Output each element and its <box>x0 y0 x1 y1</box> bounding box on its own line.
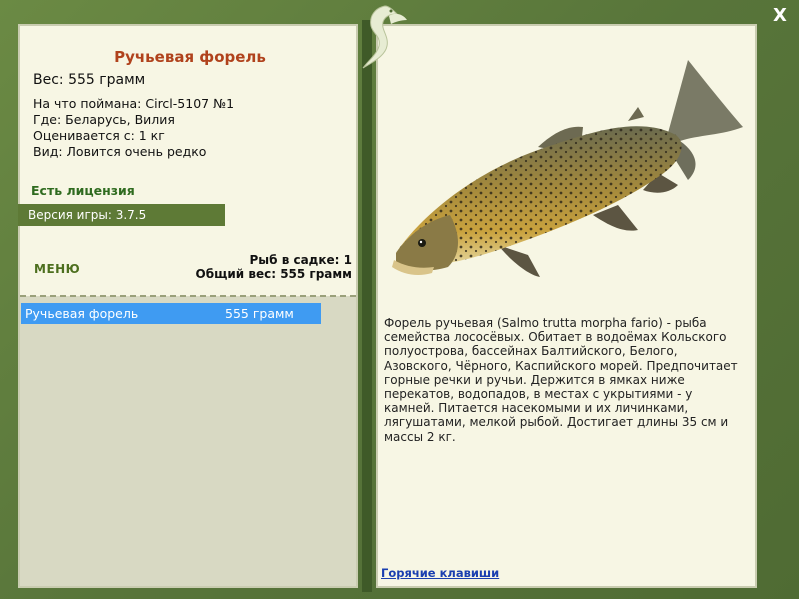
keepnet-count: Рыб в садке: 1 <box>249 253 353 267</box>
game-version-bar: Версия игры: 3.7.5 <box>18 204 225 226</box>
list-item[interactable]: Ручьевая форель 555 грамм <box>21 303 321 324</box>
close-icon[interactable]: X <box>773 7 787 25</box>
fish-description: Форель ручьевая (Salmo trutta morpha far… <box>384 316 738 444</box>
keepnet-total-weight: Общий вес: 555 грамм <box>195 267 352 281</box>
catch-list-panel <box>18 296 358 588</box>
fish-rarity: Вид: Ловится очень редко <box>33 144 207 159</box>
fish-image <box>392 60 743 277</box>
hotkeys-link[interactable]: Горячие клавиши <box>381 566 499 580</box>
fish-weight: Вес: 555 грамм <box>33 72 146 88</box>
fish-title: Ручьевая форель <box>114 48 266 66</box>
panel-divider-dashed <box>20 295 356 297</box>
keepnet-summary: Рыб в садке: 1 Общий вес: 555 грамм <box>196 253 352 281</box>
panel-divider <box>362 20 372 592</box>
catch-location: Где: Беларусь, Вилия <box>33 112 175 127</box>
valued-from: Оценивается с: 1 кг <box>33 128 165 143</box>
list-item-weight: 555 грамм <box>225 306 294 321</box>
license-status: Есть лицензия <box>31 183 135 198</box>
menu-button[interactable]: МЕНЮ <box>34 262 80 276</box>
list-item-name: Ручьевая форель <box>25 306 139 321</box>
caught-on: На что поймана: Circl-5107 №1 <box>33 96 235 111</box>
